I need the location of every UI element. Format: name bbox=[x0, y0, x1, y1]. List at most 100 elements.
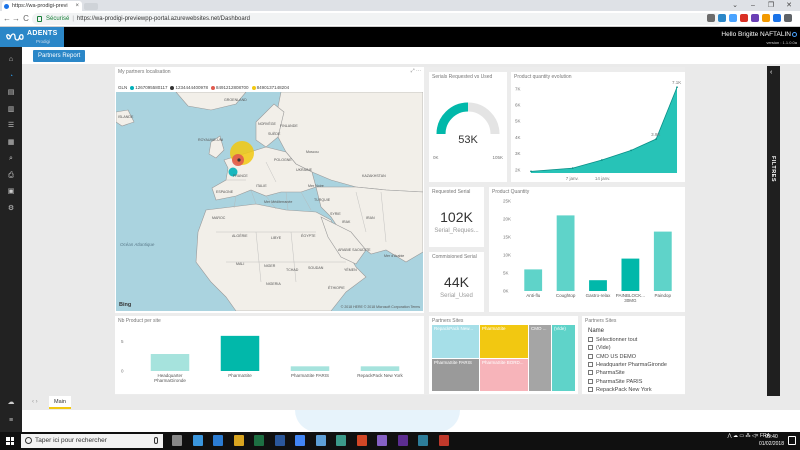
bar[interactable] bbox=[621, 258, 640, 291]
map-tile[interactable]: My partners localisation ⤢ ··· GLN 12670… bbox=[115, 67, 424, 313]
browser-tab[interactable]: https://wa-prodigi-previ × bbox=[2, 1, 82, 11]
chevron-left-icon[interactable]: ‹ bbox=[770, 69, 772, 76]
home-icon[interactable]: ⌂ bbox=[7, 56, 15, 64]
slicer-item[interactable]: PharmaSite bbox=[588, 370, 625, 376]
close-window-button[interactable]: ✕ bbox=[782, 0, 796, 11]
extension-icon[interactable] bbox=[729, 14, 737, 22]
taskbar-app-icon[interactable] bbox=[418, 435, 428, 446]
extension-icon[interactable] bbox=[718, 14, 726, 22]
tab-main[interactable]: Main bbox=[49, 396, 71, 409]
profile-icon[interactable]: ⌄ bbox=[728, 0, 742, 11]
data-point[interactable] bbox=[630, 149, 633, 152]
extension-icon[interactable] bbox=[762, 14, 770, 22]
taskbar-search[interactable]: Taper ici pour rechercher bbox=[21, 434, 163, 448]
taskbar-app-icon[interactable] bbox=[336, 435, 346, 446]
legend-item[interactable]: 1267095580117 bbox=[130, 85, 167, 90]
map-canvas[interactable]: GROENLAND ISLANDE NORVÈGE SUÈDE FINLANDE… bbox=[116, 92, 423, 311]
slicer-item[interactable]: Headquarter PharmaGironde bbox=[588, 361, 667, 368]
bar[interactable] bbox=[653, 231, 672, 291]
taskbar-app-icon[interactable] bbox=[172, 435, 182, 446]
taskbar-app-icon[interactable] bbox=[438, 435, 449, 446]
data-point[interactable] bbox=[676, 86, 678, 89]
taskbar-app-icon[interactable] bbox=[233, 435, 244, 446]
bar[interactable] bbox=[150, 354, 190, 371]
reports-icon[interactable]: ▤ bbox=[7, 89, 15, 97]
maximize-button[interactable]: ❐ bbox=[764, 0, 778, 11]
checkbox[interactable] bbox=[588, 337, 593, 342]
legend-item[interactable]: 8490137148204 bbox=[251, 85, 289, 90]
legend-item[interactable]: 1234444400978 bbox=[170, 85, 208, 90]
bar[interactable] bbox=[524, 269, 543, 291]
treemap-cell[interactable]: PharmaSite BORD... bbox=[480, 359, 528, 391]
taskbar-app-icon[interactable] bbox=[213, 435, 223, 446]
reload-button[interactable]: C bbox=[21, 13, 31, 25]
slicer-item[interactable]: RepackPack New York bbox=[588, 386, 652, 393]
taskbar-app-icon[interactable] bbox=[295, 435, 305, 446]
bar[interactable] bbox=[556, 215, 575, 291]
serials-gauge-tile[interactable]: Serials Requested vs Used 53K 0K 105K bbox=[429, 72, 507, 182]
bar[interactable] bbox=[360, 366, 400, 371]
clock[interactable]: 09:40 01/02/2018 bbox=[759, 434, 784, 448]
treemap-cell[interactable]: PharmaSite PARIS bbox=[432, 359, 479, 391]
menu-icon[interactable]: ≡ bbox=[7, 417, 15, 425]
product-per-site-tile[interactable]: Nb Product per site 0 5 Headquarter PharmaG… bbox=[115, 316, 424, 394]
treemap-cell[interactable]: RepackPack New... bbox=[432, 325, 479, 358]
taskbar-app-icon[interactable] bbox=[397, 435, 408, 446]
checkbox[interactable] bbox=[588, 353, 593, 359]
taskbar-app-icon[interactable] bbox=[315, 435, 326, 446]
data-point[interactable] bbox=[530, 170, 532, 173]
extension-icon[interactable] bbox=[773, 14, 781, 22]
partners-treemap-tile[interactable]: Partners Sites RepackPack New... PharmaSi… bbox=[429, 316, 578, 394]
building-icon[interactable]: ▣ bbox=[7, 188, 15, 196]
partners-slicer-tile[interactable]: Partners Sites Name Sélectionner tout (Vi… bbox=[582, 316, 685, 394]
forward-button[interactable]: → bbox=[11, 13, 21, 25]
slicer-item[interactable]: (Vide) bbox=[588, 345, 611, 351]
settings-icon[interactable]: ⚙ bbox=[7, 205, 15, 213]
checkbox[interactable] bbox=[588, 386, 593, 392]
page-nav-arrows[interactable]: ‹ › bbox=[32, 399, 38, 405]
data-point[interactable] bbox=[571, 167, 574, 170]
info-icon[interactable] bbox=[792, 32, 797, 37]
checkbox[interactable] bbox=[588, 361, 593, 367]
minimize-button[interactable]: – bbox=[746, 0, 760, 11]
extension-icon[interactable] bbox=[751, 14, 759, 22]
slicer-item[interactable]: Sélectionner tout bbox=[588, 337, 637, 343]
commissioned-serial-tile[interactable]: Commisioned Serial 44K Serial_Used bbox=[429, 252, 484, 312]
dashboard-icon[interactable]: ◔ bbox=[7, 73, 15, 81]
list-icon[interactable]: ☰ bbox=[7, 122, 15, 130]
product-quantity-tile[interactable]: Product Quantity 0K 5K 10K 15K 20K 25K Anti-fl… bbox=[489, 187, 685, 312]
search-icon[interactable]: ⌕ bbox=[7, 155, 15, 163]
taskbar-app-icon[interactable] bbox=[377, 435, 387, 446]
user-greeting[interactable]: Hello Brigitte NAFTALIN bbox=[721, 31, 797, 38]
new-tab-button[interactable] bbox=[84, 3, 98, 10]
bar[interactable] bbox=[589, 280, 607, 291]
taskbar-app-icon[interactable] bbox=[192, 435, 203, 446]
bar[interactable] bbox=[290, 366, 330, 371]
evolution-tile[interactable]: Product quantity evolution 2K 3K 4K 5K 6K 7K 3… bbox=[511, 72, 685, 182]
close-tab-icon[interactable]: × bbox=[75, 1, 79, 11]
treemap-cell[interactable]: PharmaSite bbox=[480, 325, 528, 358]
treemap-cell[interactable]: (Vide) bbox=[552, 325, 575, 391]
checkbox[interactable] bbox=[588, 345, 593, 351]
url-field[interactable]: Sécurisé | https://wa-prodigi-previewpp-po… bbox=[32, 13, 722, 25]
notifications-icon[interactable] bbox=[788, 436, 796, 445]
taskbar-app-icon[interactable] bbox=[356, 435, 367, 446]
filters-pane[interactable]: ‹ FILTRES bbox=[767, 66, 780, 409]
bar[interactable] bbox=[220, 335, 260, 371]
area-series[interactable] bbox=[531, 87, 677, 173]
microphone-icon[interactable] bbox=[154, 437, 158, 444]
tile-controls-icon[interactable]: ⤢ ··· bbox=[411, 68, 421, 74]
taskbar-app-icon[interactable] bbox=[274, 435, 285, 446]
data-point[interactable] bbox=[655, 138, 658, 140]
extension-icon[interactable] bbox=[707, 14, 715, 22]
bubble-dark[interactable] bbox=[237, 158, 241, 162]
map-copyright[interactable]: © 2018 HERE © 2018 Microsoft Corporation… bbox=[341, 305, 420, 309]
checkbox[interactable] bbox=[588, 378, 593, 384]
brand-logo[interactable]: ADENTS Prodigi bbox=[0, 27, 64, 47]
taskbar-app-icon[interactable] bbox=[254, 435, 264, 446]
chart-icon[interactable]: ▥ bbox=[7, 106, 15, 114]
extension-icon[interactable] bbox=[740, 14, 748, 22]
slicer-item[interactable]: CMO US DEMO bbox=[588, 353, 636, 360]
checkbox[interactable] bbox=[588, 370, 593, 376]
legend-item[interactable]: 8491212808700 bbox=[211, 85, 249, 90]
